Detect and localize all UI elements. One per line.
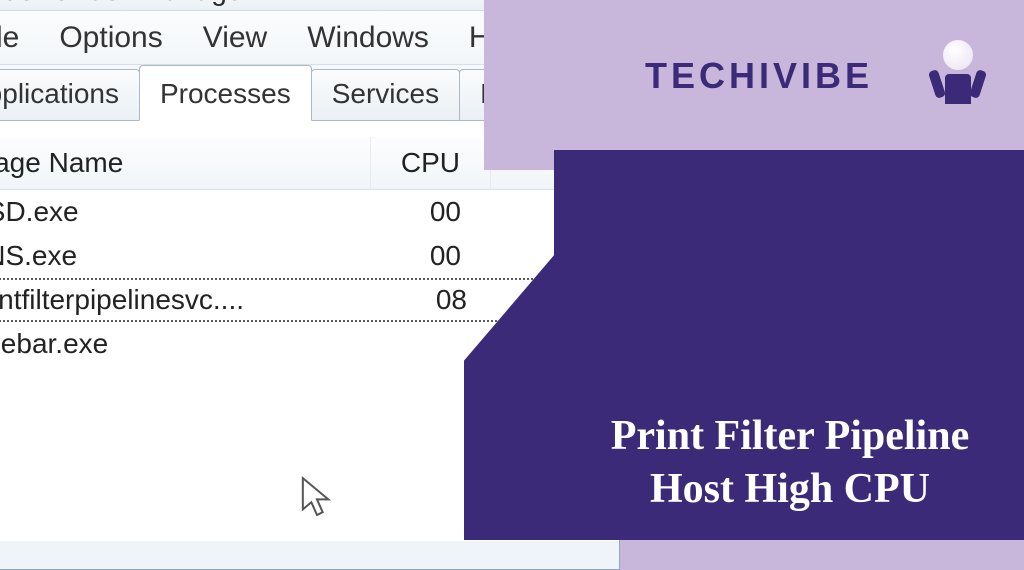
menu-options[interactable]: Options xyxy=(39,15,182,61)
headline-line-1: Print Filter Pipeline xyxy=(611,413,969,459)
process-name: printfilterpipelinesvc.... xyxy=(0,284,377,316)
process-cpu: 00 xyxy=(371,196,491,228)
table-row[interactable]: UNS.exe 00 xyxy=(0,234,609,278)
process-name: UNS.exe xyxy=(0,240,371,272)
menu-windows[interactable]: Windows xyxy=(287,15,449,61)
tab-processes[interactable]: Processes xyxy=(139,65,312,121)
process-name: OSD.exe xyxy=(0,196,371,228)
brand-wordmark: TECHIVIBE xyxy=(645,55,873,97)
table-row[interactable]: OSD.exe 00 xyxy=(0,190,609,234)
column-header-cpu[interactable]: CPU xyxy=(371,137,491,189)
column-header-image-name[interactable]: Image Name xyxy=(0,137,371,189)
process-cpu: 00 xyxy=(371,240,491,272)
process-name: sidebar.exe xyxy=(0,328,371,360)
tab-services[interactable]: Services xyxy=(311,69,460,120)
menu-file[interactable]: File xyxy=(0,15,39,61)
headline-line-2: Host High CPU xyxy=(650,466,930,512)
mouse-cursor-icon xyxy=(300,475,334,521)
process-cpu: 08 xyxy=(377,284,497,316)
tab-applications[interactable]: Applications xyxy=(0,69,140,120)
window-title: Windows Task Manager xyxy=(0,0,252,7)
brand-logo-icon xyxy=(930,40,985,120)
headline: Print Filter Pipeline Host High CPU xyxy=(560,410,1020,515)
menu-view[interactable]: View xyxy=(183,15,287,61)
